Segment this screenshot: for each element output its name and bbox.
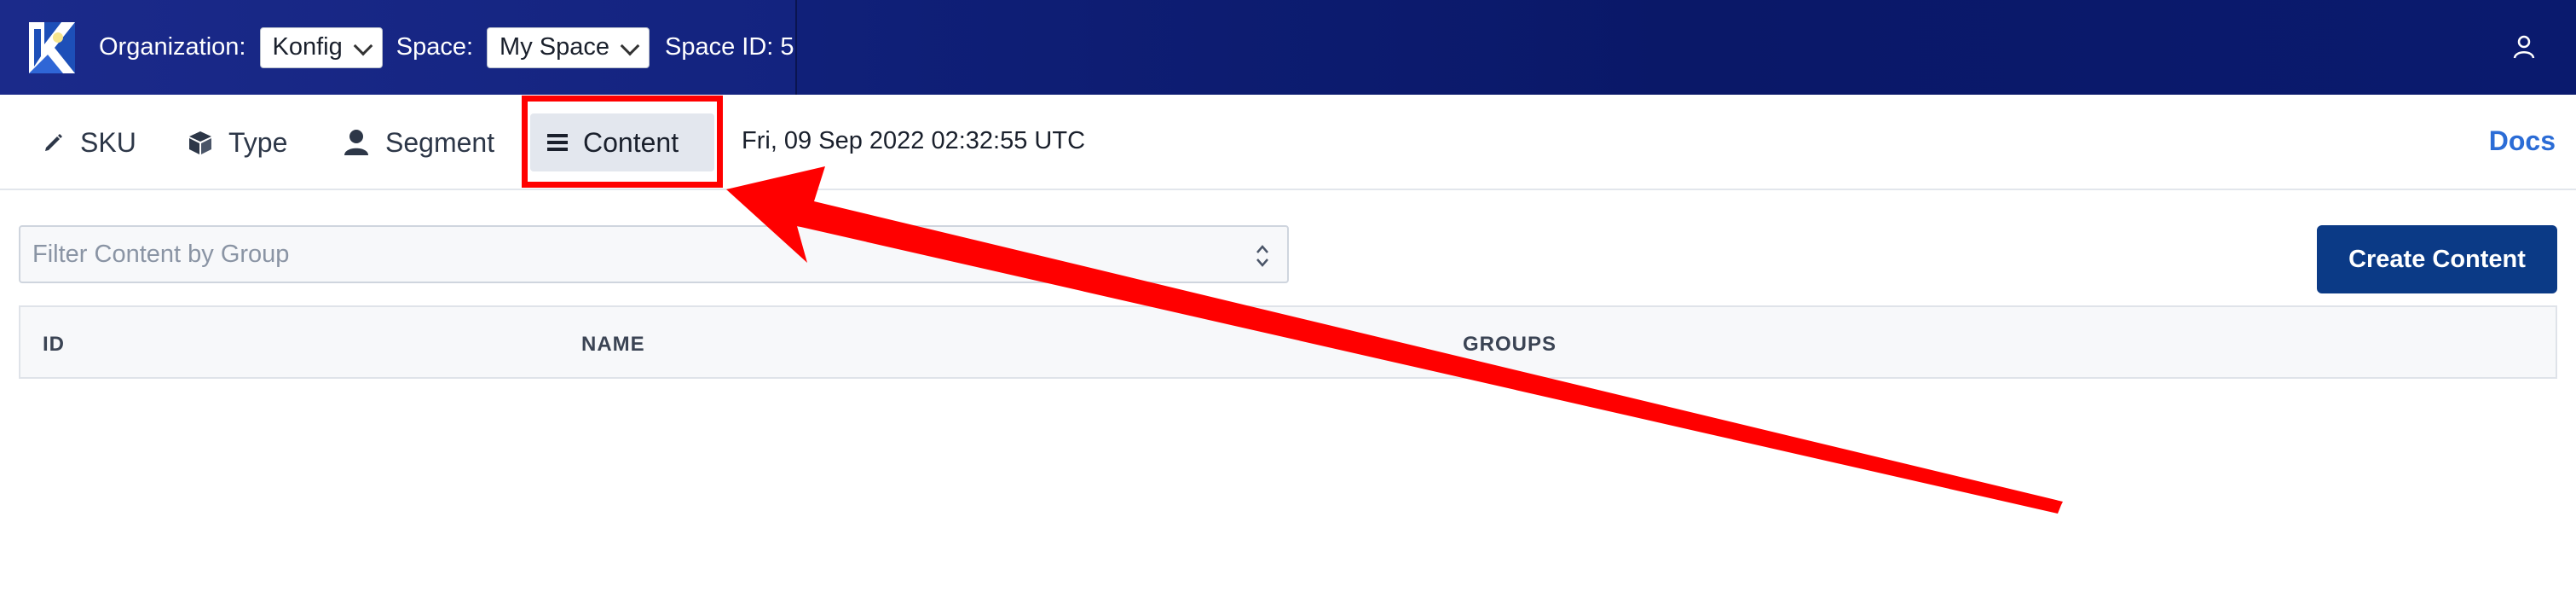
annotation-highlight-box <box>522 96 723 188</box>
chevron-down-icon <box>353 36 373 55</box>
timestamp: Fri, 09 Sep 2022 02:32:55 UTC <box>742 127 1086 154</box>
cube-icon <box>189 131 211 154</box>
pencil-icon <box>45 134 62 151</box>
column-header-id[interactable]: ID <box>43 333 65 357</box>
organization-select[interactable]: Konfig <box>259 26 383 68</box>
top-navbar: Organization: Konfig Space: My Space Spa… <box>0 0 2576 95</box>
nav-item-segment[interactable]: Segment <box>326 113 511 171</box>
page: Organization: Konfig Space: My Space Spa… <box>0 0 2576 604</box>
org-space-bar: Organization: Konfig Space: My Space Spa… <box>0 0 797 95</box>
space-select[interactable]: My Space <box>487 26 650 68</box>
create-content-button[interactable]: Create Content <box>2317 225 2557 293</box>
column-header-groups[interactable]: GROUPS <box>1463 333 1557 357</box>
docs-link[interactable]: Docs <box>2489 125 2556 157</box>
space-label: Space: <box>396 33 474 61</box>
nav-item-label: Segment <box>385 126 495 158</box>
space-select-value: My Space <box>500 33 609 61</box>
organization-select-value: Konfig <box>272 33 343 61</box>
user-icon <box>344 130 368 155</box>
secondary-nav: SKU Type Segment Content Fri, 09 Sep 202… <box>0 95 2576 190</box>
organization-label: Organization: <box>99 33 246 61</box>
group-filter-select[interactable] <box>19 225 1289 283</box>
content-table: ID NAME GROUPS <box>19 305 2557 379</box>
user-account-icon[interactable] <box>2511 34 2537 60</box>
konfig-logo-icon[interactable] <box>29 21 75 73</box>
space-id-text: Space ID: 5 <box>664 33 794 61</box>
nav-item-sku[interactable]: SKU <box>26 113 153 171</box>
nav-item-label: SKU <box>80 126 136 158</box>
select-updown-icon <box>1256 245 1268 267</box>
column-header-name[interactable]: NAME <box>581 333 645 357</box>
group-filter-input[interactable] <box>32 240 1209 269</box>
nav-item-type[interactable]: Type <box>170 113 304 171</box>
nav-item-label: Type <box>228 126 288 158</box>
chevron-down-icon <box>620 36 640 55</box>
